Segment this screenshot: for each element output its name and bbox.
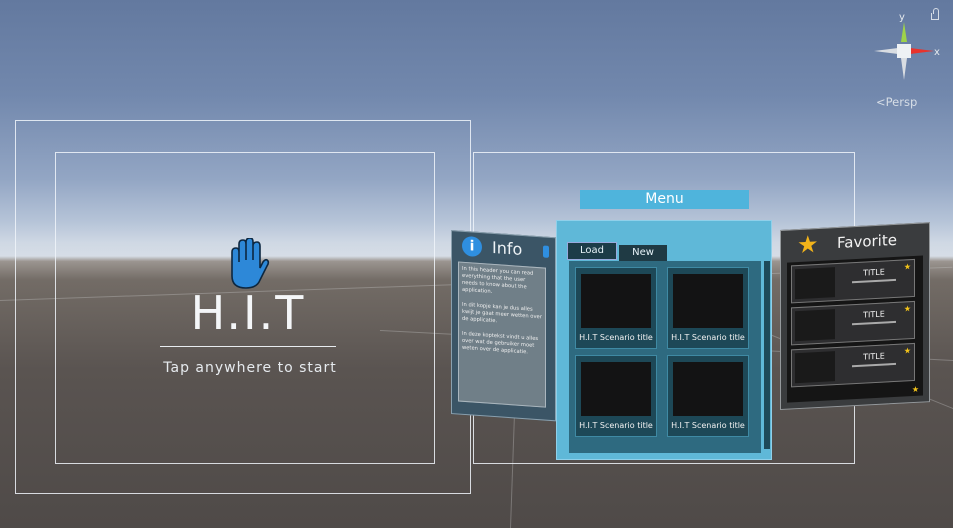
favorite-thumbnail: [795, 309, 835, 342]
scenario-title: H.I.T Scenario title: [671, 421, 745, 430]
scenario-card[interactable]: H.I.T Scenario title: [667, 355, 749, 437]
y-axis-cone: [901, 22, 907, 42]
neg-y-axis-cone: [901, 58, 907, 80]
menu-scrollbar[interactable]: [764, 261, 770, 449]
y-axis-label: y: [899, 12, 905, 23]
scene-orientation-gizmo[interactable]: y x: [864, 8, 944, 88]
neg-x-axis-cone: [874, 48, 898, 54]
unity-scene-view[interactable]: H.I.T Tap anywhere to start i Info In th…: [0, 0, 953, 528]
tab-new[interactable]: New: [619, 245, 667, 261]
info-paragraph: In dit kopje kan je dus alles kwijt je g…: [462, 301, 542, 325]
x-axis-label: x: [934, 47, 940, 58]
star-icon: ★: [911, 384, 919, 395]
favorite-thumbnail: [795, 351, 835, 384]
favorite-panel: ★ Favorite TITLE ★ TITLE ★ TITLE ★ ★: [780, 222, 930, 410]
favorite-item-title: TITLE: [863, 351, 885, 362]
star-icon[interactable]: ★: [904, 346, 911, 355]
info-scroll-handle[interactable]: [543, 245, 549, 258]
favorite-list: TITLE ★ TITLE ★ TITLE ★ ★: [787, 255, 923, 403]
star-icon: ★: [797, 229, 819, 260]
projection-toggle[interactable]: <Persp: [876, 95, 917, 109]
favorite-item[interactable]: TITLE ★: [791, 258, 915, 304]
favorite-item[interactable]: TITLE ★: [791, 300, 915, 346]
star-icon[interactable]: ★: [904, 304, 911, 313]
hit-logo: H.I.T: [190, 286, 306, 340]
scenario-thumbnail: [673, 362, 743, 416]
info-title: Info: [492, 237, 523, 259]
favorite-item-title: TITLE: [863, 267, 885, 278]
projection-label: Persp: [885, 95, 918, 109]
info-icon: i: [462, 235, 482, 258]
favorite-item-subtitle: [852, 320, 896, 326]
info-panel: i Info In this header you can read every…: [451, 230, 556, 422]
logo-underline: [160, 346, 336, 347]
menu-title: Menu: [580, 190, 749, 209]
hand-icon: [231, 238, 270, 289]
star-icon[interactable]: ★: [904, 262, 911, 271]
favorite-thumbnail: [795, 267, 835, 300]
scenario-card[interactable]: H.I.T Scenario title: [575, 355, 657, 437]
favorite-item-subtitle: [852, 278, 896, 284]
info-body: In this header you can read everything t…: [458, 261, 546, 408]
menu-panel: Load New H.I.T Scenario title H.I.T Scen…: [556, 220, 772, 460]
scenario-card[interactable]: H.I.T Scenario title: [667, 267, 749, 349]
scenario-title: H.I.T Scenario title: [579, 333, 653, 342]
scenario-title: H.I.T Scenario title: [671, 333, 745, 342]
favorite-item[interactable]: TITLE ★: [791, 342, 915, 388]
scenario-title: H.I.T Scenario title: [579, 421, 653, 430]
x-axis-cone: [910, 48, 934, 54]
favorite-title: Favorite: [837, 230, 897, 253]
info-paragraph: In deze koptekst vindt u alles over wat …: [462, 330, 539, 356]
info-paragraph: In this header you can read everything t…: [462, 265, 534, 295]
tap-to-start-prompt[interactable]: Tap anywhere to start: [150, 360, 350, 376]
scenario-thumbnail: [581, 274, 651, 328]
favorite-item-subtitle: [852, 362, 896, 368]
scenario-thumbnail: [581, 362, 651, 416]
scenario-card[interactable]: H.I.T Scenario title: [575, 267, 657, 349]
gizmo-center-cube: [897, 44, 911, 58]
scenario-thumbnail: [673, 274, 743, 328]
scenario-grid: H.I.T Scenario title H.I.T Scenario titl…: [569, 261, 761, 453]
favorite-item-title: TITLE: [863, 309, 885, 320]
lock-icon[interactable]: [931, 8, 939, 20]
tab-load[interactable]: Load: [567, 242, 617, 260]
